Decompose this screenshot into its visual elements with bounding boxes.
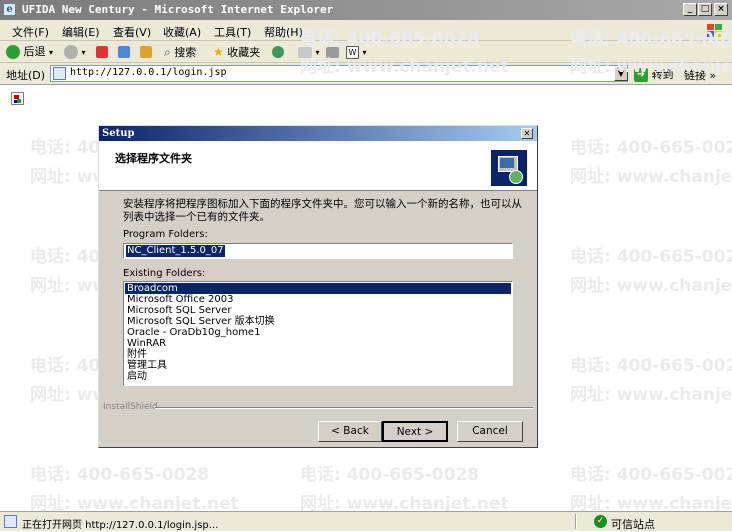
favorites-label: 收藏夹 bbox=[227, 46, 261, 59]
menu-view[interactable]: 查看(V) bbox=[113, 24, 151, 40]
watermark-phone: 电话: 400-665-0028 bbox=[570, 356, 732, 376]
setup-dialog: Setup ✕ 选择程序文件夹 安装程序将把程序图标加入下面的程序文件夹中。您可… bbox=[98, 125, 538, 448]
existing-folders-label: Existing Folders: bbox=[123, 268, 206, 279]
refresh-button[interactable] bbox=[118, 44, 130, 60]
program-folder-value: NC_Client_1.5.0_07 bbox=[126, 245, 225, 257]
close-button[interactable]: × bbox=[714, 3, 728, 16]
back-button[interactable]: < Back bbox=[318, 421, 382, 442]
security-zone-label: 可信站点 bbox=[611, 518, 655, 531]
watermark-web: 网址: www.chanjet.net bbox=[570, 276, 732, 296]
back-label: 后退 bbox=[23, 45, 46, 58]
menu-edit[interactable]: 编辑(E) bbox=[62, 24, 100, 40]
address-label: 地址(D) bbox=[6, 69, 46, 82]
stop-button[interactable] bbox=[96, 44, 108, 60]
watermark-phone: 电话: 400-665-0028 bbox=[570, 247, 732, 267]
folder-item[interactable]: WinRAR bbox=[125, 338, 511, 349]
window-title-bar[interactable]: e UFIDA New Century - Microsoft Internet… bbox=[0, 0, 732, 20]
dialog-heading: 选择程序文件夹 bbox=[115, 152, 192, 165]
folder-item[interactable]: Microsoft Office 2003 bbox=[125, 294, 511, 305]
folder-item[interactable]: 启动 bbox=[125, 371, 511, 382]
home-icon bbox=[140, 46, 152, 58]
dialog-description: 安装程序将把程序图标加入下面的程序文件夹中。您可以输入一个新的名称，也可以从列表… bbox=[123, 198, 522, 223]
window-title: UFIDA New Century - Microsoft Internet E… bbox=[22, 3, 334, 16]
status-bar: 正在打开网页 http://127.0.0.1/login.jsp... ✓ 可… bbox=[0, 511, 732, 531]
watermark-web: 网址: www.chanjet.net bbox=[570, 385, 732, 405]
menu-favorites[interactable]: 收藏(A) bbox=[163, 24, 201, 40]
ie-logo-icon: e bbox=[3, 3, 16, 16]
watermark-phone: 电话: 400-665-0028 bbox=[570, 138, 732, 158]
minimize-button[interactable]: _ bbox=[683, 3, 697, 16]
back-button[interactable]: 后退 ▾ bbox=[6, 44, 53, 60]
divider bbox=[575, 514, 577, 529]
folder-item[interactable]: Broadcom bbox=[125, 283, 511, 294]
next-button[interactable]: Next > bbox=[382, 421, 448, 442]
forward-arrow-icon bbox=[64, 45, 78, 59]
watermark-phone: 电话: 400-665-0028 bbox=[570, 29, 732, 49]
dialog-title: Setup bbox=[102, 128, 135, 139]
page-loading-icon bbox=[4, 515, 17, 528]
menu-file[interactable]: 文件(F) bbox=[12, 24, 49, 40]
program-folders-label: Program Folders: bbox=[123, 229, 208, 240]
forward-button[interactable]: ▾ bbox=[64, 44, 86, 60]
star-icon: ★ bbox=[213, 45, 224, 59]
folder-item[interactable]: Microsoft SQL Server 版本切换 bbox=[125, 316, 511, 327]
history-icon bbox=[272, 46, 284, 58]
trusted-zone-icon: ✓ bbox=[594, 515, 607, 528]
watermark-phone: 电话: 400-665-0028 bbox=[30, 465, 210, 485]
next-label: Next > bbox=[396, 426, 434, 438]
home-button[interactable] bbox=[140, 44, 152, 60]
dialog-close-button[interactable]: ✕ bbox=[521, 128, 533, 139]
folder-item[interactable]: 附件 bbox=[125, 349, 511, 360]
cancel-button[interactable]: Cancel bbox=[457, 421, 523, 442]
divider bbox=[155, 407, 533, 409]
installshield-label: InstallShield bbox=[103, 402, 158, 412]
folder-item[interactable]: 管理工具 bbox=[125, 360, 511, 371]
watermark-phone: 电话: 400-665-0028 bbox=[300, 465, 480, 485]
address-url: http://127.0.0.1/login.jsp bbox=[70, 67, 227, 78]
program-folder-input[interactable]: NC_Client_1.5.0_07 bbox=[123, 243, 513, 259]
watermark-phone: 电话: 400-665-0028 bbox=[570, 465, 732, 485]
dialog-header: 选择程序文件夹 bbox=[99, 141, 537, 191]
folder-item[interactable]: Oracle - OraDb10g_home1 bbox=[125, 327, 511, 338]
folder-item[interactable]: Microsoft SQL Server bbox=[125, 305, 511, 316]
search-icon: ⌕ bbox=[164, 45, 171, 59]
refresh-icon bbox=[118, 46, 130, 58]
status-text: 正在打开网页 http://127.0.0.1/login.jsp... bbox=[22, 520, 219, 531]
maximize-button[interactable]: □ bbox=[698, 3, 712, 16]
watermark-web: 网址: www.chanjet.net bbox=[300, 57, 509, 77]
search-button[interactable]: ⌕ 搜索 bbox=[164, 44, 196, 60]
watermark-web: 网址: www.chanjet.net bbox=[570, 167, 732, 187]
watermark-web: 网址: www.chanjet.net bbox=[570, 57, 732, 77]
favorites-button[interactable]: ★ 收藏夹 bbox=[213, 44, 260, 60]
page-icon bbox=[53, 67, 66, 80]
back-arrow-icon bbox=[6, 45, 20, 59]
dialog-title-bar[interactable]: Setup bbox=[99, 126, 537, 141]
stop-icon bbox=[96, 46, 108, 58]
setup-computer-icon bbox=[491, 150, 527, 186]
menu-help[interactable]: 帮助(H) bbox=[264, 24, 303, 40]
history-button[interactable] bbox=[272, 44, 284, 60]
broken-image-icon bbox=[11, 92, 24, 105]
menu-tools[interactable]: 工具(T) bbox=[214, 24, 251, 40]
existing-folders-list[interactable]: Broadcom Microsoft Office 2003 Microsoft… bbox=[123, 281, 513, 386]
watermark-phone: 电话: 400-665-0028 bbox=[300, 29, 480, 49]
search-label: 搜索 bbox=[174, 46, 197, 59]
